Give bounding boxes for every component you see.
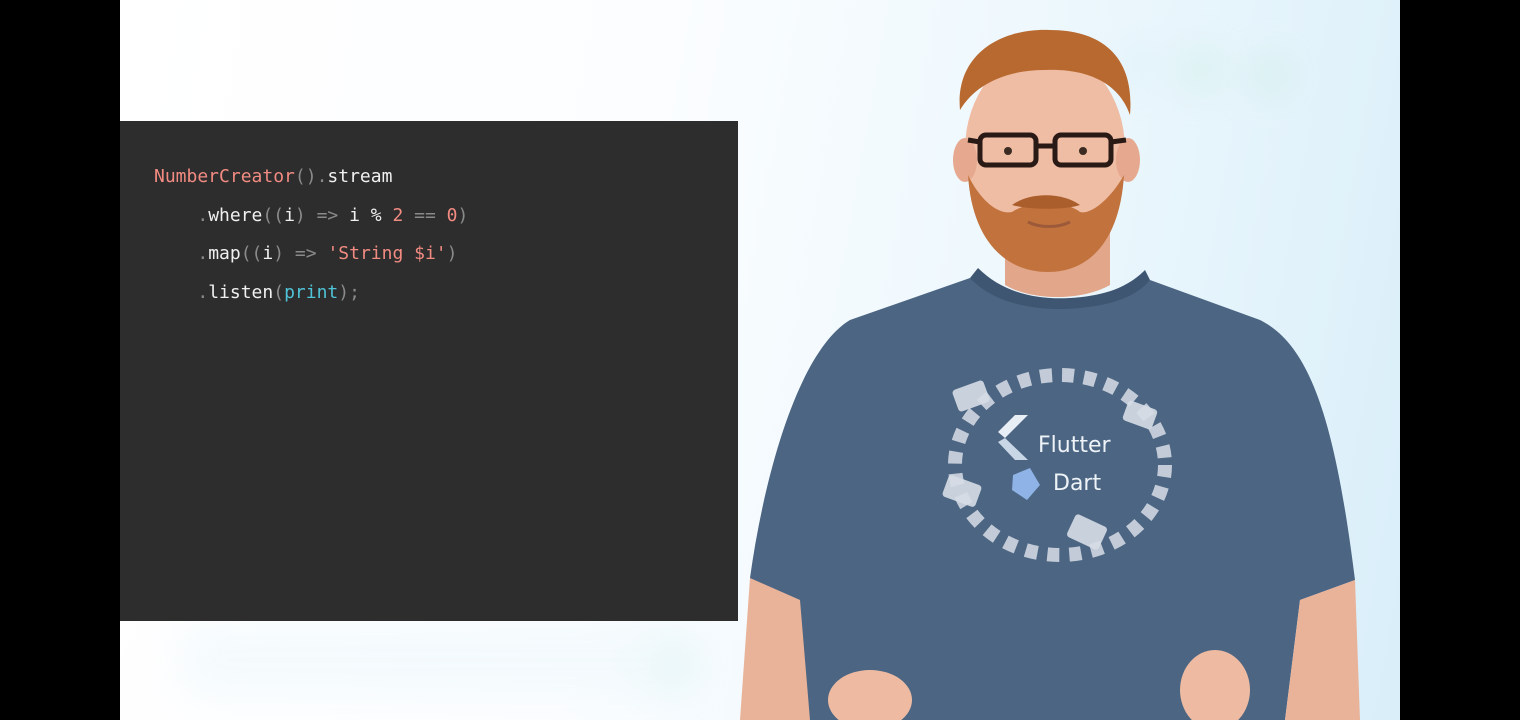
code-token: . [197,282,209,303]
presenter: Flutter Dart [740,29,1360,720]
code-token: ); [338,282,360,303]
code-token: 2 [392,205,404,226]
code-line: .map((i) => 'String $i') [154,242,458,266]
code-token: map [208,243,241,264]
letterbox-right [1400,0,1520,720]
shirt-brand-dart: Dart [1053,471,1101,496]
code-token: . [197,205,209,226]
code-token: listen [208,282,274,303]
code-panel: NumberCreator().stream .where((i) => i %… [120,121,738,621]
presenter-right-eye [1079,147,1087,155]
code-token: ( [273,282,285,303]
code-token: ) => [273,243,328,264]
presenter-left-eye [1004,147,1012,155]
letterbox-left [0,0,120,720]
video-frame[interactable]: NumberCreator().stream .where((i) => i %… [120,0,1400,720]
code-token: i [349,205,360,226]
presenter-right-ear [1116,138,1140,182]
code-token: (( [240,243,263,264]
code-token: where [208,205,263,226]
background-blob [180,625,700,695]
code-token: % [359,205,393,226]
code-token: ) => [294,205,350,226]
code-token: (( [262,205,285,226]
code-token: i [284,205,295,226]
shirt-brand-flutter: Flutter [1038,433,1111,458]
code-token: 0 [446,205,458,226]
code-line: .listen(print); [154,281,360,305]
code-token: ) [457,205,469,226]
code-line: NumberCreator().stream [154,165,392,189]
code-token: (). [294,166,328,187]
code-token: . [197,243,209,264]
code-token: NumberCreator [154,166,295,187]
presenter-shirt [750,278,1355,720]
code-line: .where((i) => i % 2 == 0) [154,204,468,228]
code-token: i [262,243,274,264]
code-token: stream [327,166,393,187]
presenter-left-ear [953,138,977,182]
code-token: == [403,205,447,226]
code-token: ) [446,243,458,264]
code-token: 'String $i' [327,243,447,264]
code-token: print [284,282,339,303]
